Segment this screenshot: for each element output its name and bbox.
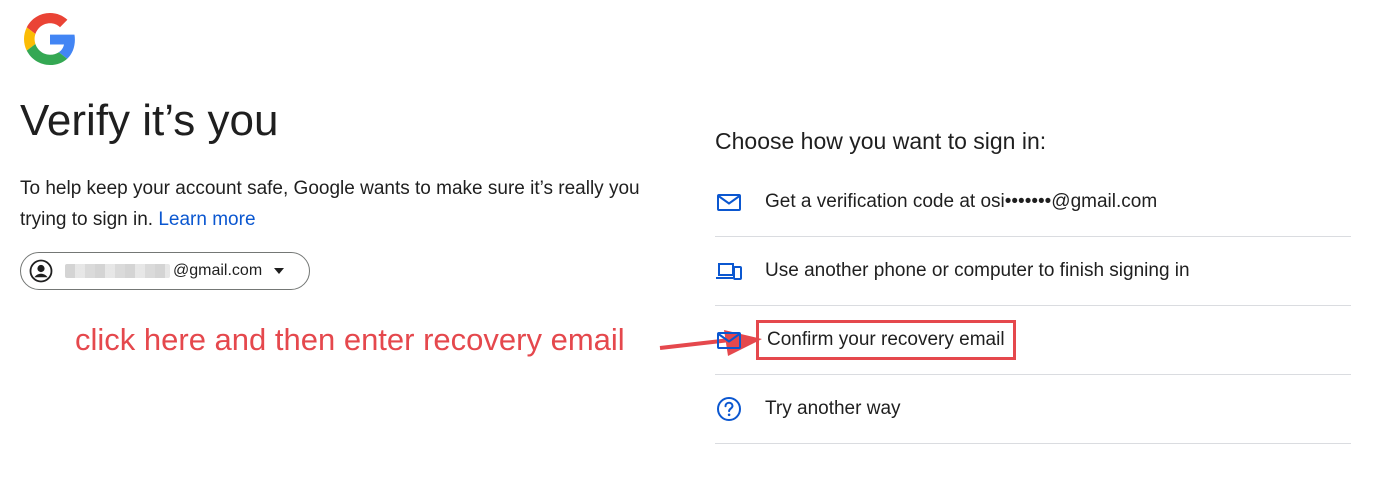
options-list: Get a verification code at osi•••••••@gm…	[715, 168, 1351, 444]
mail-icon	[717, 332, 741, 349]
blurred-email-username	[65, 264, 170, 278]
option-verification-code[interactable]: Get a verification code at osi•••••••@gm…	[715, 168, 1351, 237]
page-title: Verify it’s you	[20, 96, 279, 145]
option-label: Get a verification code at osi•••••••@gm…	[765, 191, 1158, 212]
account-email-suffix: @gmail.com	[173, 262, 263, 279]
learn-more-link[interactable]: Learn more	[158, 209, 255, 230]
option-label: Use another phone or computer to finish …	[765, 260, 1190, 281]
description: To help keep your account safe, Google w…	[20, 173, 680, 235]
account-circle-icon	[29, 259, 53, 283]
page: Verify it’s you To help keep your accoun…	[0, 0, 1374, 480]
option-label: Try another way	[765, 398, 901, 419]
chevron-down-icon	[274, 268, 285, 274]
google-logo-icon	[24, 13, 75, 65]
devices-icon	[716, 263, 742, 280]
help-circle-icon	[717, 397, 741, 421]
annotation-text: click here and then enter recovery email	[75, 322, 625, 357]
mail-icon	[717, 194, 741, 211]
option-label: Confirm your recovery email	[756, 320, 1016, 360]
option-try-another-way[interactable]: Try another way	[715, 375, 1351, 444]
choose-heading: Choose how you want to sign in:	[715, 128, 1047, 154]
description-text: To help keep your account safe, Google w…	[20, 178, 640, 230]
option-another-device[interactable]: Use another phone or computer to finish …	[715, 237, 1351, 306]
option-recovery-email[interactable]: Confirm your recovery email	[715, 306, 1351, 375]
account-chip[interactable]: @gmail.com	[20, 252, 310, 290]
